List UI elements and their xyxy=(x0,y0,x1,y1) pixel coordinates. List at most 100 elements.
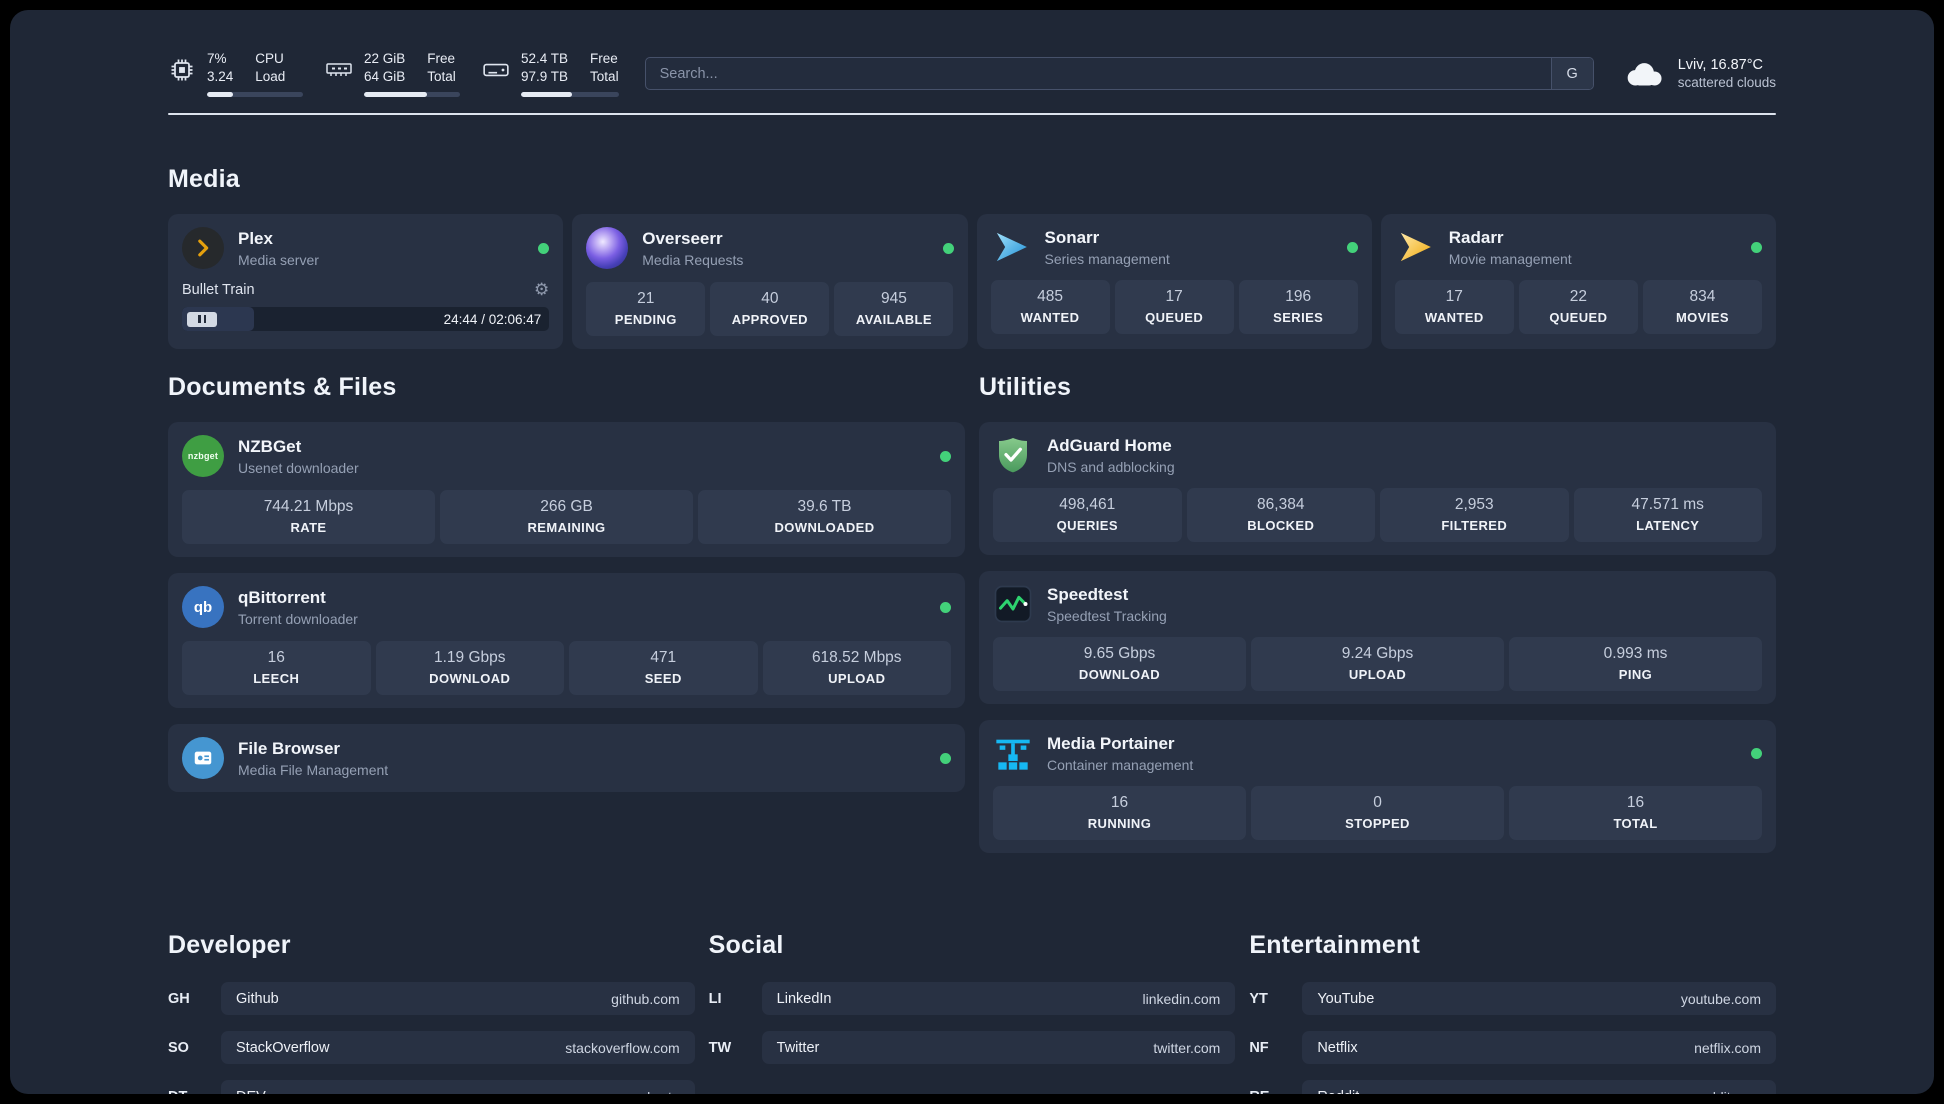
stat-value: 21 xyxy=(637,290,655,308)
main-content: Media Plex Media server Bullet Train ⚙ 2… xyxy=(168,165,1776,1094)
stat-value: 744.21 Mbps xyxy=(263,498,354,516)
stat-value: 9.65 Gbps xyxy=(1083,645,1156,663)
app-card-radarr[interactable]: Radarr Movie management 17 WANTED 22 QUE… xyxy=(1380,214,1776,350)
app-subtitle: Media File Management xyxy=(238,761,389,778)
bookmark-stackoverflow[interactable]: StackOverflow stackoverflow.com xyxy=(221,1031,695,1065)
app-card-filebrowser[interactable]: File Browser Media File Management xyxy=(168,724,965,793)
app-name: qBittorrent xyxy=(238,587,326,607)
bookmarks: Developer GH Github github.com SO StackO… xyxy=(168,931,1776,1094)
section-title-media: Media xyxy=(168,165,240,194)
nzbget-icon-text: nzbget xyxy=(187,451,219,462)
bookmark-row: LI LinkedIn linkedin.com xyxy=(709,982,1236,1016)
stats-row: 498,461 QUERIES 86,384 BLOCKED 2,953 FIL… xyxy=(993,488,1762,543)
app-card-qbittorrent[interactable]: qb qBittorrent Torrent downloader 16 LEE… xyxy=(168,573,965,709)
stat-upload: 618.52 Mbps UPLOAD xyxy=(762,641,951,696)
stats-row: 17 WANTED 22 QUEUED 834 MOVIES xyxy=(1394,280,1762,335)
stat-label: PENDING xyxy=(614,312,677,328)
stat-value: 0 xyxy=(1373,794,1382,812)
bookmark-linkedin[interactable]: LinkedIn linkedin.com xyxy=(761,982,1236,1016)
bookmark-url: linkedin.com xyxy=(1142,990,1221,1007)
ram-total: 64 GiB xyxy=(364,69,406,85)
bookmark-dev[interactable]: DEV dev.to xyxy=(221,1080,695,1094)
app-card-nzbget[interactable]: nzbget NZBGet Usenet downloader 744.21 M… xyxy=(168,422,965,558)
pause-icon[interactable] xyxy=(187,311,217,327)
stat-value: 485 xyxy=(1037,288,1063,306)
stat-label: QUEUED xyxy=(1549,310,1608,326)
stat-latency: 47.571 ms LATENCY xyxy=(1573,488,1762,543)
stat-download: 9.65 Gbps DOWNLOAD xyxy=(993,637,1246,692)
stat-label: STOPPED xyxy=(1345,816,1410,832)
bookmark-reddit[interactable]: Reddit reddit.com xyxy=(1302,1080,1776,1094)
bookmark-name: StackOverflow xyxy=(236,1039,330,1056)
bookmark-name: Github xyxy=(236,990,279,1007)
stat-movies: 834 MOVIES xyxy=(1642,280,1762,335)
playback-progress-bar[interactable]: 24:44 / 02:06:47 xyxy=(182,307,550,332)
app-card-adguard[interactable]: AdGuard Home DNS and adblocking 498,461 … xyxy=(979,422,1776,556)
search-input[interactable] xyxy=(645,58,1551,90)
bookmark-url: github.com xyxy=(611,990,680,1007)
sonarr-icon xyxy=(996,233,1027,262)
stat-label: TOTAL xyxy=(1613,816,1658,832)
stat-filtered: 2,953 FILTERED xyxy=(1380,488,1569,543)
app-name: Plex xyxy=(238,228,273,248)
stat-value: 9.24 Gbps xyxy=(1341,645,1414,663)
stats-row: 16 RUNNING 0 STOPPED 16 TOTAL xyxy=(993,786,1762,841)
gear-icon[interactable]: ⚙ xyxy=(534,281,549,298)
app-card-sonarr[interactable]: Sonarr Series management 485 WANTED 17 Q… xyxy=(976,214,1372,350)
disk-label-top: Free xyxy=(590,51,618,66)
system-metrics: 7% 3.24 CPU Load 22 GiB 64 GiB Free Tota… xyxy=(168,50,619,98)
card-head: Overseerr Media Requests xyxy=(586,227,954,270)
stat-value: 471 xyxy=(650,649,677,667)
status-dot xyxy=(940,601,951,613)
header: 7% 3.24 CPU Load 22 GiB 64 GiB Free Tota… xyxy=(168,50,1776,98)
stat-value: 16 xyxy=(267,649,285,667)
card-head: Speedtest Speedtest Tracking xyxy=(993,584,1762,624)
stat-label: LEECH xyxy=(253,671,300,687)
weather-widget[interactable]: Lviv, 16.87°C scattered clouds xyxy=(1620,57,1776,90)
stat-queued: 22 QUEUED xyxy=(1518,280,1638,335)
disk-usage-fill xyxy=(521,92,572,98)
cpu-usage-fill xyxy=(207,92,233,98)
search-engine-button[interactable]: G xyxy=(1550,58,1593,90)
app-subtitle: Usenet downloader xyxy=(238,459,359,476)
disk-icon xyxy=(483,63,509,77)
bookmark-github[interactable]: Github github.com xyxy=(221,982,695,1016)
stat-series: 196 SERIES xyxy=(1238,280,1358,335)
stat-pending: 21 PENDING xyxy=(586,282,706,337)
cpu-label-top: CPU xyxy=(255,51,284,66)
stat-downloaded: 39.6 TB DOWNLOADED xyxy=(698,490,951,545)
app-card-plex[interactable]: Plex Media server Bullet Train ⚙ 24:44 /… xyxy=(168,214,564,350)
section-title-entertainment: Entertainment xyxy=(1249,931,1421,960)
app-card-portainer[interactable]: Media Portainer Container management 16 … xyxy=(979,720,1776,854)
stat-label: DOWNLOADED xyxy=(774,520,875,536)
app-card-overseerr[interactable]: Overseerr Media Requests 21 PENDING 40 A… xyxy=(572,214,968,350)
bookmark-youtube[interactable]: YouTube youtube.com xyxy=(1302,982,1776,1016)
stat-value: 498,461 xyxy=(1059,496,1116,514)
bookmark-abbr: YT xyxy=(1249,990,1268,1007)
app-card-speedtest[interactable]: Speedtest Speedtest Tracking 9.65 Gbps D… xyxy=(979,571,1776,705)
card-head: Plex Media server xyxy=(182,227,550,270)
utilities-section: Utilities AdGuard Home DNS and adblockin… xyxy=(979,373,1776,869)
plex-icon xyxy=(182,227,224,270)
bookmark-netflix[interactable]: Netflix netflix.com xyxy=(1302,1031,1776,1065)
bookmark-twitter[interactable]: Twitter twitter.com xyxy=(761,1031,1236,1065)
bookmark-abbr: NF xyxy=(1249,1039,1269,1056)
disk-total: 97.9 TB xyxy=(521,69,569,85)
bookmark-url: reddit.com xyxy=(1696,1089,1761,1094)
ram-usage-fill xyxy=(364,92,428,98)
stat-remaining: 266 GB REMAINING xyxy=(440,490,693,545)
qbittorrent-icon: qb xyxy=(182,586,224,629)
app-name: Sonarr xyxy=(1044,227,1100,247)
stat-approved: 40 APPROVED xyxy=(710,282,830,337)
stat-value: 266 GB xyxy=(540,498,593,516)
stats-row: 744.21 Mbps RATE 266 GB REMAINING 39.6 T… xyxy=(182,490,951,545)
bookmark-url: stackoverflow.com xyxy=(565,1039,680,1056)
app-subtitle: Media server xyxy=(238,251,319,268)
stat-label: DOWNLOAD xyxy=(1078,667,1161,683)
disk-label-bottom: Total xyxy=(590,69,619,85)
now-playing-row: Bullet Train ⚙ xyxy=(182,281,549,298)
stat-value: 39.6 TB xyxy=(797,498,852,516)
search-bar[interactable]: G xyxy=(644,57,1594,91)
bookmark-row: NF Netflix netflix.com xyxy=(1249,1031,1776,1065)
status-dot xyxy=(538,242,550,254)
